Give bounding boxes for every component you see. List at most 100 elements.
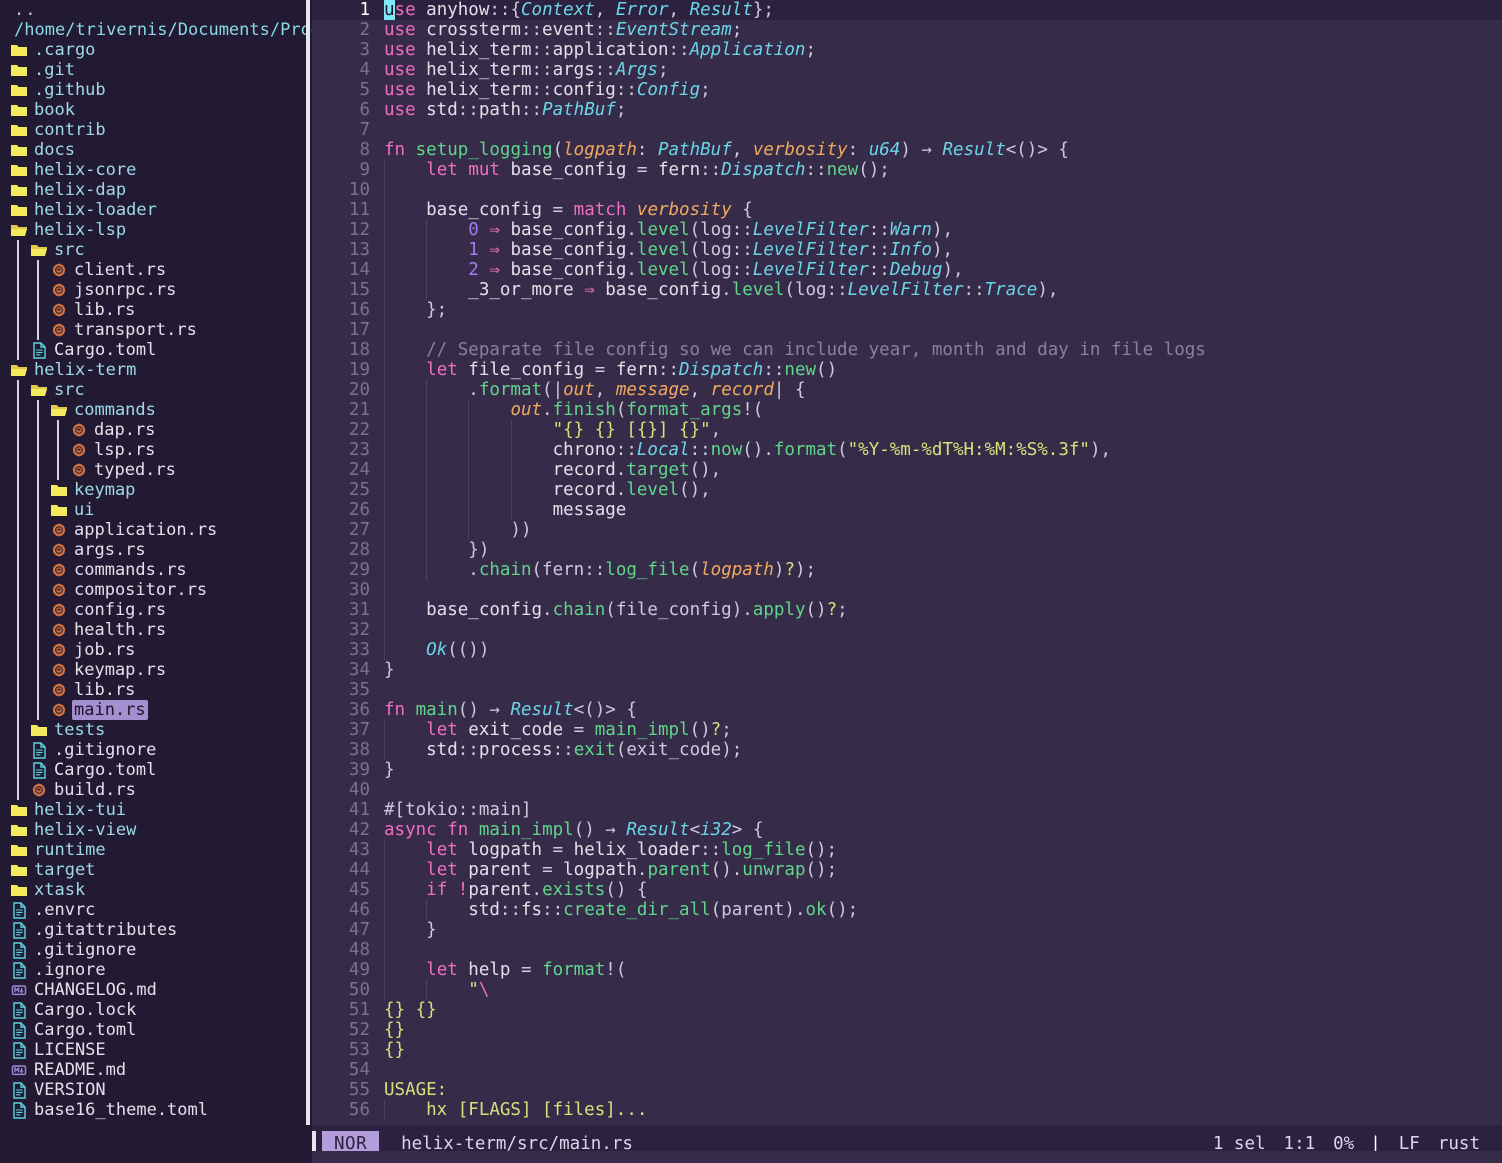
file-tree-item[interactable]: helix-dap: [0, 180, 312, 200]
file-tree-item[interactable]: ui: [0, 500, 312, 520]
sidebar-scrollbar[interactable]: [306, 0, 310, 1125]
code-line[interactable]: 54: [312, 1060, 1502, 1080]
code-line[interactable]: 48: [312, 940, 1502, 960]
file-tree-item[interactable]: .gitignore: [0, 740, 312, 760]
file-tree-item[interactable]: base16_theme.toml: [0, 1100, 312, 1120]
code-line[interactable]: 8 fn setup_logging(logpath: PathBuf, verb…: [312, 140, 1502, 160]
code-line[interactable]: 31 base_config.chain(file_config).apply(…: [312, 600, 1502, 620]
file-tree-item[interactable]: docs: [0, 140, 312, 160]
code-line[interactable]: 9 let mut base_config = fern::Dispatch::…: [312, 160, 1502, 180]
code-line[interactable]: 52 {}: [312, 1020, 1502, 1040]
file-tree-item[interactable]: .gitattributes: [0, 920, 312, 940]
code-editor[interactable]: 1 use anyhow::{Context, Error, Result}; 2 u…: [312, 0, 1502, 1125]
code-line[interactable]: 6 use std::path::PathBuf;: [312, 100, 1502, 120]
code-line[interactable]: 44 let parent = logpath.parent().unwrap(…: [312, 860, 1502, 880]
code-line[interactable]: 19 let file_config = fern::Dispatch::new…: [312, 360, 1502, 380]
file-tree-item[interactable]: .github: [0, 80, 312, 100]
file-tree-item[interactable]: helix-view: [0, 820, 312, 840]
code-line[interactable]: 35: [312, 680, 1502, 700]
code-line[interactable]: 46 std::fs::create_dir_all(parent).ok();: [312, 900, 1502, 920]
file-tree-item[interactable]: contrib: [0, 120, 312, 140]
code-line[interactable]: 15 _3_or_more ⇒ base_config.level(log::L…: [312, 280, 1502, 300]
code-line[interactable]: 28 }): [312, 540, 1502, 560]
code-line[interactable]: 10: [312, 180, 1502, 200]
code-line[interactable]: 22 "{} {} [{}] {}",: [312, 420, 1502, 440]
code-line[interactable]: 27 )): [312, 520, 1502, 540]
code-line[interactable]: 17: [312, 320, 1502, 340]
file-tree[interactable]: .cargo .git .github book contrib docs helix-co…: [0, 40, 312, 1120]
code-line[interactable]: 39}: [312, 760, 1502, 780]
file-explorer-sidebar[interactable]: .. /home/trivernis/Documents/Prog .cargo…: [0, 0, 312, 1125]
file-tree-item[interactable]: .ignore: [0, 960, 312, 980]
code-line[interactable]: 50 "\: [312, 980, 1502, 1000]
file-tree-item[interactable]: .cargo: [0, 40, 312, 60]
code-line[interactable]: 11 base_config = match verbosity {: [312, 200, 1502, 220]
file-tree-item[interactable]: Cargo.toml: [0, 1020, 312, 1040]
file-tree-item[interactable]: config.rs: [0, 600, 312, 620]
file-tree-item[interactable]: .envrc: [0, 900, 312, 920]
code-line[interactable]: 13 1 ⇒ base_config.level(log::LevelFilte…: [312, 240, 1502, 260]
parent-directory-entry[interactable]: ..: [14, 0, 312, 20]
file-tree-item[interactable]: LICENSE: [0, 1040, 312, 1060]
file-tree-item[interactable]: helix-core: [0, 160, 312, 180]
file-tree-item[interactable]: Cargo.toml: [0, 340, 312, 360]
code-line[interactable]: 7: [312, 120, 1502, 140]
file-tree-item[interactable]: lsp.rs: [0, 440, 312, 460]
code-line[interactable]: 2 use crossterm::event::EventStream;: [312, 20, 1502, 40]
code-line[interactable]: 29 .chain(fern::log_file(logpath)?);: [312, 560, 1502, 580]
code-line[interactable]: 21 out.finish(format_args!(: [312, 400, 1502, 420]
file-tree-item[interactable]: lib.rs: [0, 300, 312, 320]
code-line[interactable]: 14 2 ⇒ base_config.level(log::LevelFilte…: [312, 260, 1502, 280]
file-tree-item[interactable]: compositor.rs: [0, 580, 312, 600]
file-tree-item[interactable]: keymap.rs: [0, 660, 312, 680]
file-tree-item[interactable]: lib.rs: [0, 680, 312, 700]
file-tree-item[interactable]: .gitignore: [0, 940, 312, 960]
file-tree-item[interactable]: helix-term: [0, 360, 312, 380]
code-line[interactable]: 55 USAGE:: [312, 1080, 1502, 1100]
file-tree-item[interactable]: helix-lsp: [0, 220, 312, 240]
file-tree-item[interactable]: args.rs: [0, 540, 312, 560]
code-line[interactable]: 53 {}: [312, 1040, 1502, 1060]
code-line[interactable]: 18 // Separate file config so we can inc…: [312, 340, 1502, 360]
code-line[interactable]: 4 use helix_term::args::Args;: [312, 60, 1502, 80]
code-line[interactable]: 12 0 ⇒ base_config.level(log::LevelFilte…: [312, 220, 1502, 240]
code-line[interactable]: 38 std::process::exit(exit_code);: [312, 740, 1502, 760]
file-tree-item[interactable]: job.rs: [0, 640, 312, 660]
file-tree-item[interactable]: Cargo.lock: [0, 1000, 312, 1020]
code-line[interactable]: 49 let help = format!(: [312, 960, 1502, 980]
file-tree-item[interactable]: target: [0, 860, 312, 880]
file-tree-item[interactable]: helix-tui: [0, 800, 312, 820]
code-line[interactable]: 41 #[tokio::main]: [312, 800, 1502, 820]
code-line[interactable]: 47 }: [312, 920, 1502, 940]
file-tree-item[interactable]: application.rs: [0, 520, 312, 540]
code-line[interactable]: 30: [312, 580, 1502, 600]
code-line[interactable]: 32: [312, 620, 1502, 640]
code-line[interactable]: 23 chrono::Local::now().format("%Y-%m-%d…: [312, 440, 1502, 460]
code-line[interactable]: 24 record.target(),: [312, 460, 1502, 480]
code-line[interactable]: 51 {} {}: [312, 1000, 1502, 1020]
file-tree-item[interactable]: src: [0, 380, 312, 400]
code-line[interactable]: 56 hx [FLAGS] [files]...: [312, 1100, 1502, 1120]
file-tree-item[interactable]: dap.rs: [0, 420, 312, 440]
code-line[interactable]: 34}: [312, 660, 1502, 680]
file-tree-item[interactable]: typed.rs: [0, 460, 312, 480]
code-line[interactable]: 5 use helix_term::config::Config;: [312, 80, 1502, 100]
file-tree-item[interactable]: commands: [0, 400, 312, 420]
file-tree-item[interactable]: health.rs: [0, 620, 312, 640]
file-tree-item[interactable]: CHANGELOG.md: [0, 980, 312, 1000]
file-tree-item[interactable]: client.rs: [0, 260, 312, 280]
file-tree-item[interactable]: src: [0, 240, 312, 260]
code-line[interactable]: 36 fn main() → Result<()> {: [312, 700, 1502, 720]
code-line[interactable]: 3 use helix_term::application::Applicatio…: [312, 40, 1502, 60]
file-tree-item[interactable]: tests: [0, 720, 312, 740]
code-line[interactable]: 45 if !parent.exists() {: [312, 880, 1502, 900]
code-line[interactable]: 25 record.level(),: [312, 480, 1502, 500]
code-line[interactable]: 16 };: [312, 300, 1502, 320]
code-line[interactable]: 43 let logpath = helix_loader::log_file(…: [312, 840, 1502, 860]
file-tree-item[interactable]: jsonrpc.rs: [0, 280, 312, 300]
file-tree-item[interactable]: build.rs: [0, 780, 312, 800]
file-tree-item[interactable]: keymap: [0, 480, 312, 500]
code-line[interactable]: 33 Ok(()): [312, 640, 1502, 660]
file-tree-item[interactable]: .git: [0, 60, 312, 80]
code-line-current[interactable]: 1 use anyhow::{Context, Error, Result};: [312, 0, 1502, 20]
